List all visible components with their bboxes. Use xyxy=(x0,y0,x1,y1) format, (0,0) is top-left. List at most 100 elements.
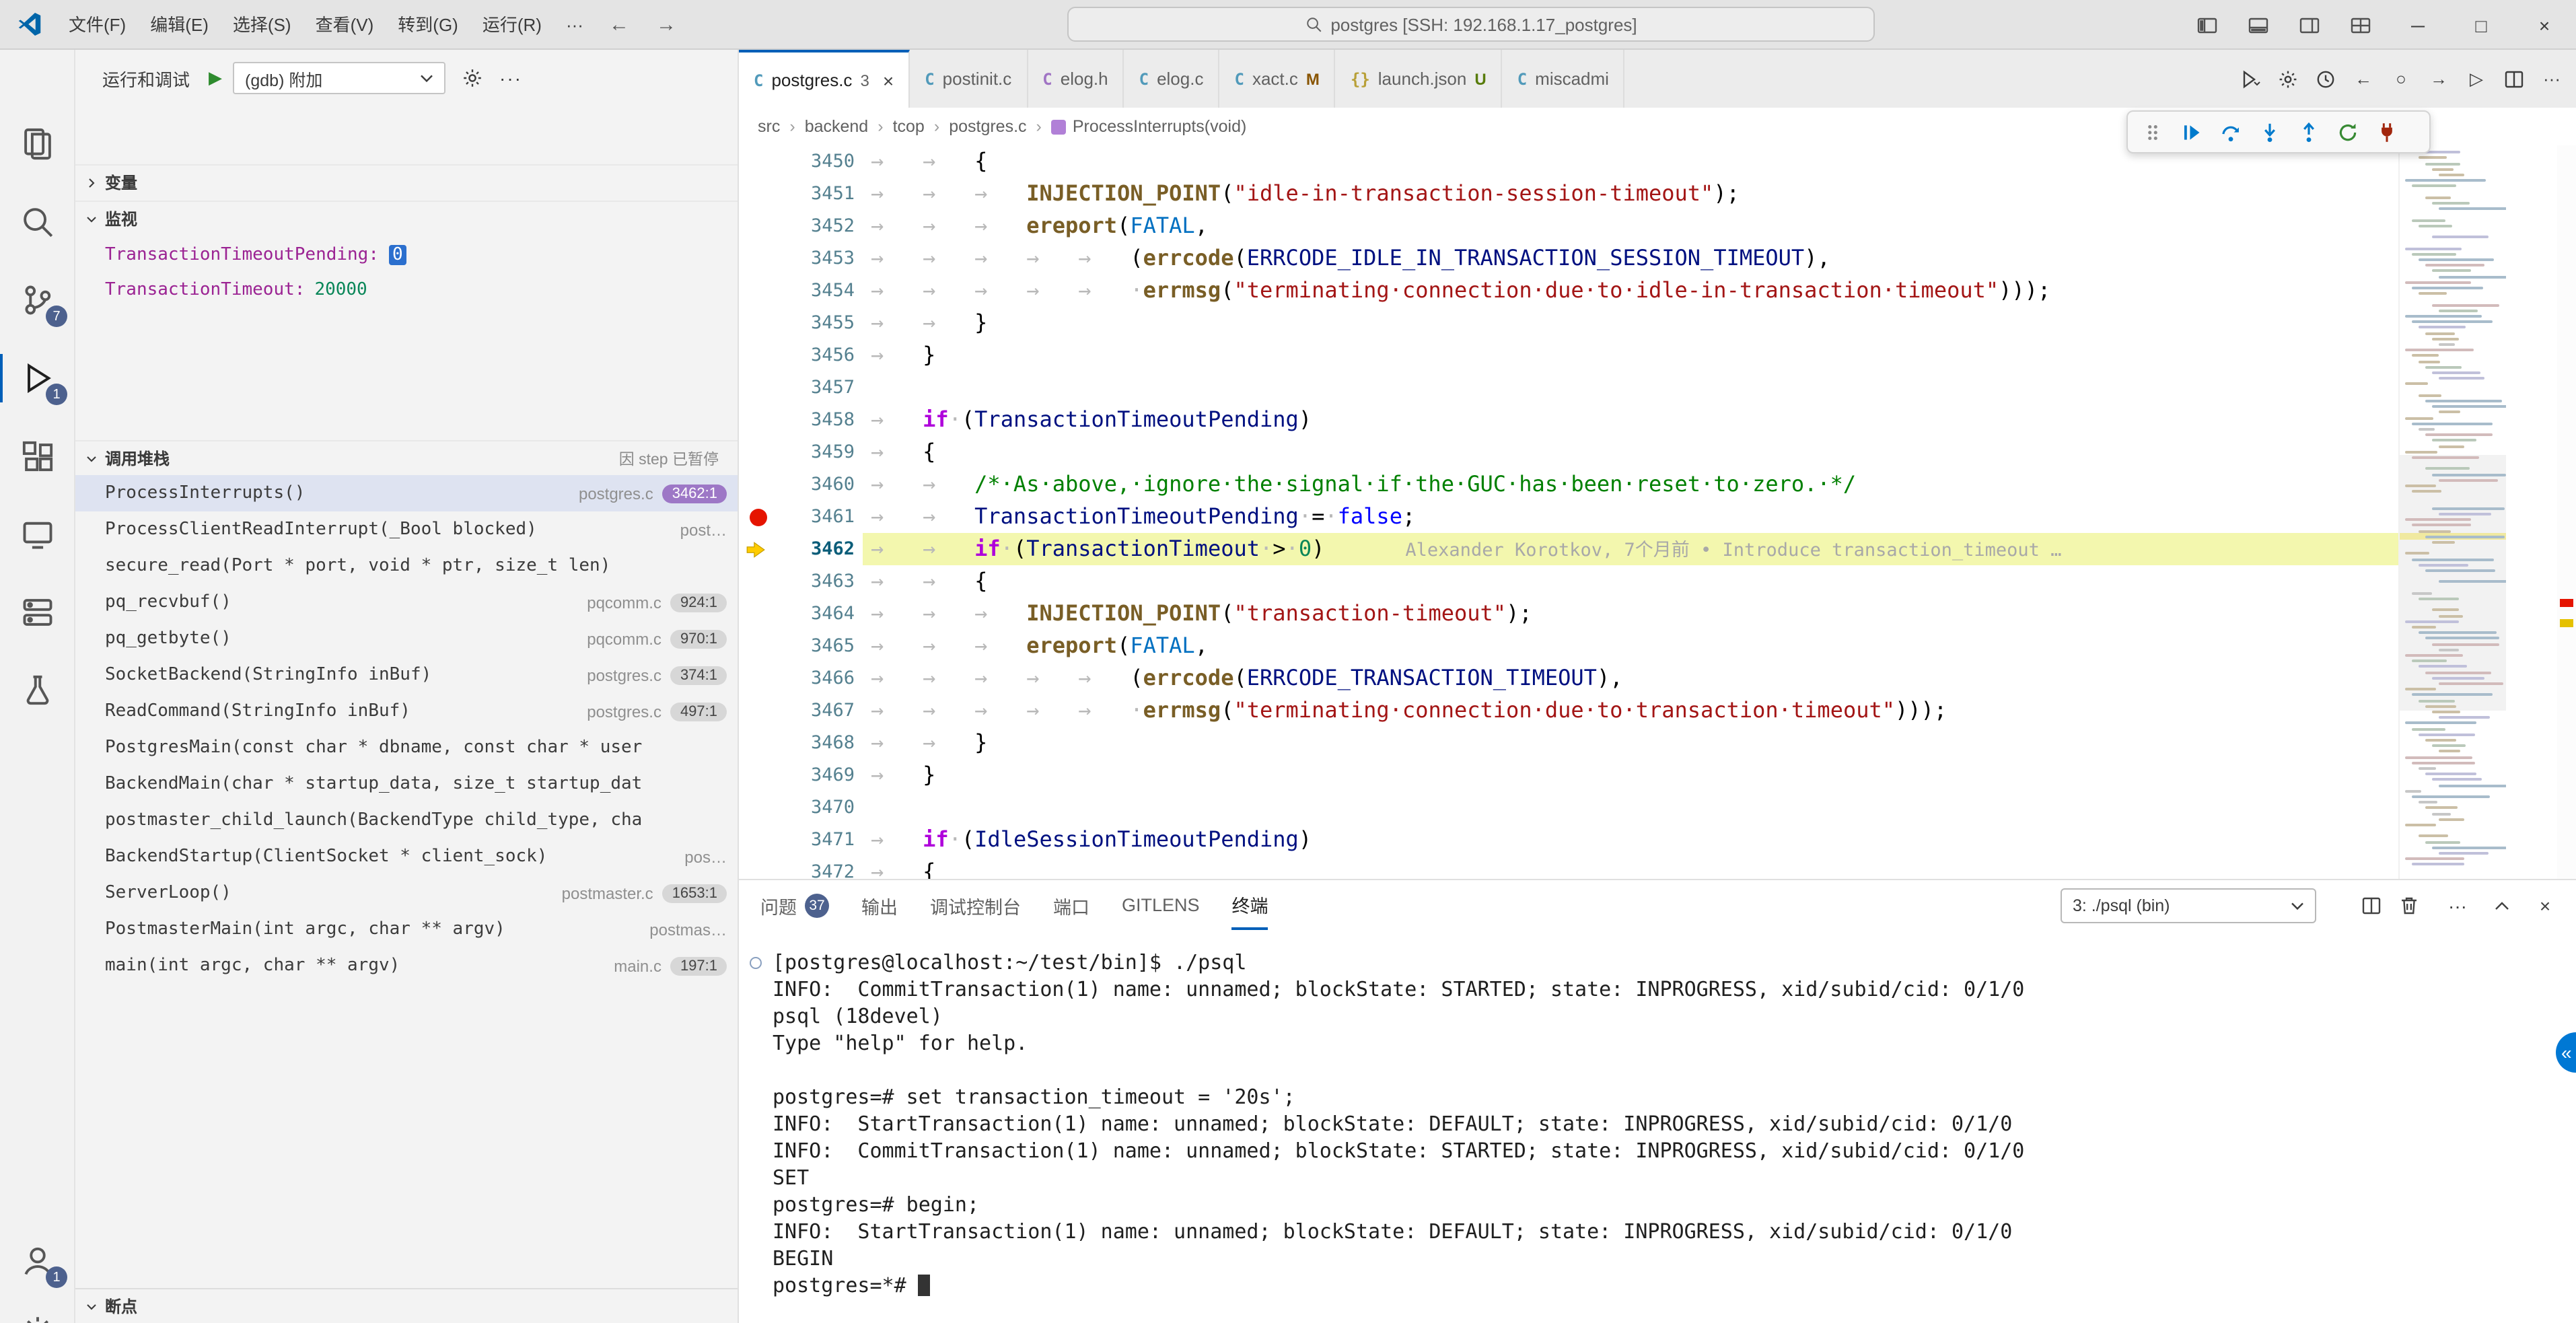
line-number[interactable]: 3471 xyxy=(771,824,855,856)
continue-icon[interactable] xyxy=(2172,113,2211,151)
line-number[interactable]: 3469 xyxy=(771,759,855,791)
tab-close-icon[interactable]: × xyxy=(883,69,894,91)
breadcrumb-item[interactable]: postgres.c xyxy=(949,117,1026,136)
gutter-glyph-margin[interactable] xyxy=(744,145,774,178)
line-number[interactable]: 3453 xyxy=(771,242,855,275)
code-line[interactable]: 3455→ → } xyxy=(739,307,2398,339)
panel-tab-终端[interactable]: 终端 xyxy=(1232,880,1268,930)
menu-item-3[interactable]: 查看(V) xyxy=(303,0,386,49)
callstack-section-header[interactable]: 调用堆栈 因 step 已暂停 xyxy=(75,440,738,475)
code-line[interactable]: 3468→ → } xyxy=(739,727,2398,759)
gutter-glyph-margin[interactable] xyxy=(744,598,774,630)
editor-more-icon[interactable]: ··· xyxy=(2536,63,2568,95)
code-line[interactable]: 3461→ → TransactionTimeoutPending·=·fals… xyxy=(739,501,2398,533)
watch-item[interactable]: TransactionTimeout:20000 xyxy=(75,272,738,307)
kill-terminal-icon[interactable] xyxy=(2396,892,2423,919)
tab-xact.c[interactable]: Cxact.cM xyxy=(1219,50,1335,108)
line-number[interactable]: 3464 xyxy=(771,598,855,630)
menu-more-icon[interactable]: ··· xyxy=(554,0,596,49)
step-over-icon[interactable] xyxy=(2211,113,2250,151)
gutter-glyph-margin[interactable] xyxy=(744,275,774,307)
code-line[interactable]: 3453→ → → → → (errcode(ERRCODE_IDLE_IN_T… xyxy=(739,242,2398,275)
terminal-dropdown[interactable]: 3: ./psql (bin) xyxy=(2061,888,2316,923)
code-line[interactable]: 3465→ → → ereport(FATAL, xyxy=(739,630,2398,662)
line-number[interactable]: 3457 xyxy=(771,371,855,404)
stack-frame[interactable]: SocketBackend(StringInfo inBuf)postgres.… xyxy=(75,657,738,693)
line-number[interactable]: 3451 xyxy=(771,178,855,210)
stack-frame[interactable]: BackendMain(char * startup_data, size_t … xyxy=(75,766,738,802)
source-control-icon[interactable]: 7 xyxy=(0,268,75,332)
gutter-glyph-margin[interactable] xyxy=(744,662,774,694)
disconnect-icon[interactable] xyxy=(2367,113,2406,151)
line-number[interactable]: 3456 xyxy=(771,339,855,371)
gutter-glyph-margin[interactable] xyxy=(744,436,774,468)
compare-circle-icon[interactable]: ○ xyxy=(2385,63,2417,95)
stack-frame[interactable]: ReadCommand(StringInfo inBuf)postgres.c4… xyxy=(75,693,738,729)
run-and-debug-icon[interactable]: 1 xyxy=(0,346,75,410)
gutter-glyph-margin[interactable] xyxy=(744,210,774,242)
code-line[interactable]: 3471→ if·(IdleSessionTimeoutPending) xyxy=(739,824,2398,856)
toggle-secondary-sidebar-icon[interactable] xyxy=(2284,0,2335,50)
code-line[interactable]: 3451→ → → INJECTION_POINT("idle-in-trans… xyxy=(739,178,2398,210)
close-window-icon[interactable]: × xyxy=(2513,0,2576,50)
panel-tab-端口[interactable]: 端口 xyxy=(1053,880,1089,930)
tab-elog.h[interactable]: Celog.h xyxy=(1028,50,1124,108)
line-number[interactable]: 3459 xyxy=(771,436,855,468)
panel-tab-输出[interactable]: 输出 xyxy=(861,880,898,930)
gutter-glyph-margin[interactable] xyxy=(744,856,774,879)
stack-frame[interactable]: BackendStartup(ClientSocket * client_soc… xyxy=(75,838,738,875)
code-line[interactable]: 3458→ if·(TransactionTimeoutPending) xyxy=(739,404,2398,436)
stack-frame[interactable]: PostgresMain(const char * dbname, const … xyxy=(75,729,738,766)
line-number[interactable]: 3472 xyxy=(771,856,855,879)
code-line[interactable]: 3452→ → → ereport(FATAL, xyxy=(739,210,2398,242)
accounts-icon[interactable]: 1 xyxy=(0,1229,75,1293)
close-panel-icon[interactable]: × xyxy=(2532,892,2559,919)
step-out-icon[interactable] xyxy=(2289,113,2328,151)
restart-icon[interactable] xyxy=(2328,113,2367,151)
line-number[interactable]: 3467 xyxy=(771,694,855,727)
launch-config-dropdown[interactable]: (gdb) 附加 xyxy=(233,62,445,94)
stack-frame[interactable]: postmaster_child_launch(BackendType chil… xyxy=(75,802,738,838)
terminal-output[interactable]: [postgres@localhost:~/test/bin]$ ./psqlI… xyxy=(739,930,2576,1323)
menu-item-1[interactable]: 编辑(E) xyxy=(138,0,221,49)
line-number[interactable]: 3470 xyxy=(771,791,855,824)
search-view-icon[interactable] xyxy=(0,190,75,254)
code-line[interactable]: 3463→ → { xyxy=(739,565,2398,598)
stack-frame[interactable]: ProcessClientReadInterrupt(_Bool blocked… xyxy=(75,511,738,548)
sidebar-more-icon[interactable]: ··· xyxy=(499,67,522,89)
line-number[interactable]: 3452 xyxy=(771,210,855,242)
gutter-glyph-margin[interactable] xyxy=(744,727,774,759)
stack-frame[interactable]: main(int argc, char ** argv)main.c197:1 xyxy=(75,947,738,984)
remote-explorer-icon[interactable] xyxy=(0,502,75,567)
line-number[interactable]: 3466 xyxy=(771,662,855,694)
settings-gear-icon[interactable] xyxy=(0,1299,75,1323)
gutter-glyph-margin[interactable] xyxy=(744,307,774,339)
breadcrumb-item[interactable]: ProcessInterrupts(void) xyxy=(1073,117,1246,136)
panel-tab-问题[interactable]: 问题37 xyxy=(760,880,829,930)
nav-back-icon[interactable]: ← xyxy=(596,13,643,36)
minimap[interactable] xyxy=(2398,145,2506,879)
panel-tab-调试控制台[interactable]: 调试控制台 xyxy=(930,880,1021,930)
code-line[interactable]: 3469→ } xyxy=(739,759,2398,791)
run-settings-gear-icon[interactable] xyxy=(2272,63,2304,95)
watch-item[interactable]: TransactionTimeoutPending:0 xyxy=(75,237,738,272)
tab-launch.json[interactable]: {}launch.jsonU xyxy=(1336,50,1503,108)
testing-flask-icon[interactable] xyxy=(0,658,75,723)
line-number[interactable]: 3450 xyxy=(771,145,855,178)
gutter-glyph-margin[interactable] xyxy=(744,565,774,598)
debug-gear-icon[interactable] xyxy=(462,67,483,89)
line-number[interactable]: 3463 xyxy=(771,565,855,598)
maximize-panel-icon[interactable] xyxy=(2489,892,2515,919)
stack-frame[interactable]: secure_read(Port * port, void * ptr, siz… xyxy=(75,548,738,584)
panel-tab-GITLENS[interactable]: GITLENS xyxy=(1122,880,1200,930)
run-cpp-file-icon[interactable] xyxy=(2234,63,2266,95)
explorer-icon[interactable] xyxy=(0,112,75,176)
code-line[interactable]: 3459→ { xyxy=(739,436,2398,468)
customize-layout-icon[interactable] xyxy=(2335,0,2386,50)
stack-frame[interactable]: ServerLoop()postmaster.c1653:1 xyxy=(75,875,738,911)
start-debug-icon[interactable]: ▶ xyxy=(209,67,222,89)
code-line[interactable]: 3456→ } xyxy=(739,339,2398,371)
toggle-panel-icon[interactable] xyxy=(2233,0,2284,50)
stack-frame[interactable]: pq_recvbuf()pqcomm.c924:1 xyxy=(75,584,738,620)
gutter-glyph-margin[interactable] xyxy=(744,404,774,436)
